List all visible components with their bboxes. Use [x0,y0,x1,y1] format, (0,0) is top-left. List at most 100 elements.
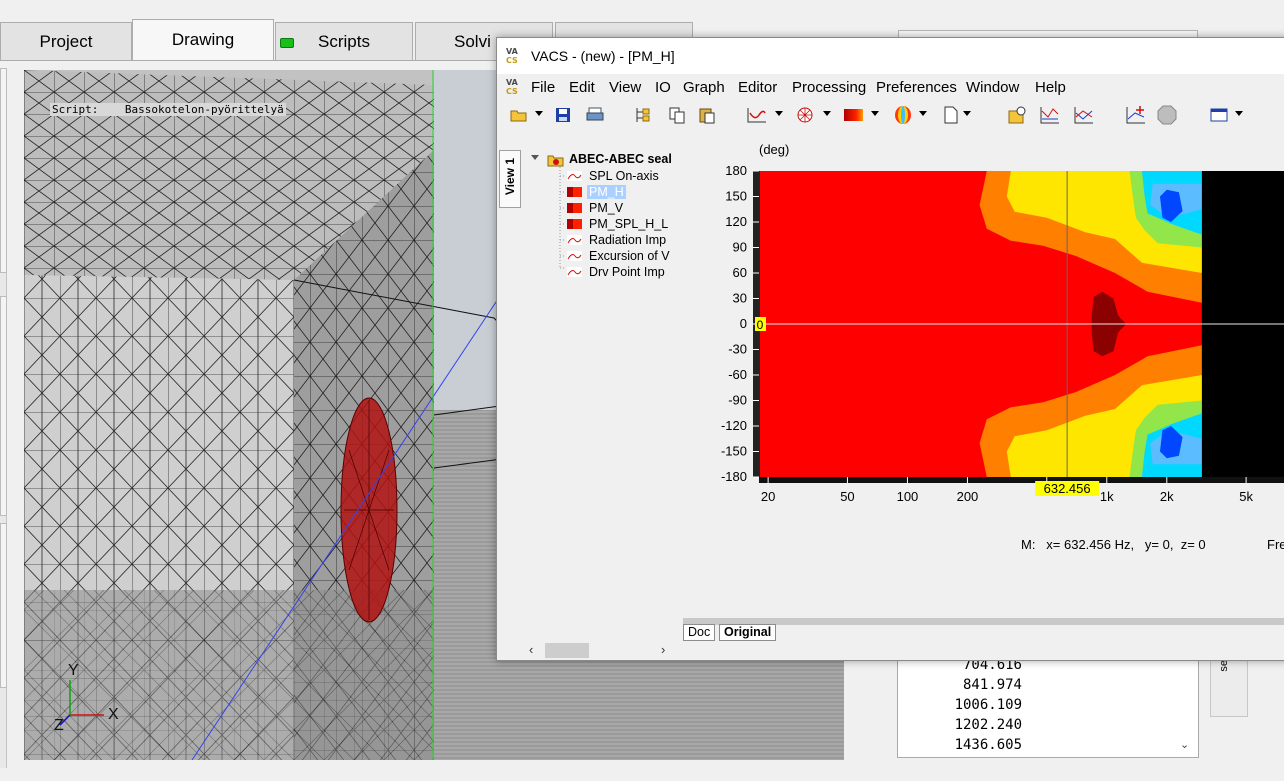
menu-file[interactable]: File [531,79,555,96]
list-item: 1202.240 [954,717,1022,733]
color-map-icon [567,187,582,197]
tree-item-pm-v[interactable]: PM_V [589,201,623,215]
logo-top-text: VA [506,47,518,56]
tab-project[interactable]: Project [0,22,132,60]
line-graph-dropdown-icon[interactable] [775,111,783,116]
new-doc-dropdown-icon[interactable] [963,111,971,116]
open-dropdown-icon[interactable] [535,111,543,116]
left-strip-segment [0,68,7,273]
paste-icon[interactable] [697,105,717,125]
tree-item-drv-point-imp[interactable]: Drv Point Imp [589,265,665,279]
tab-doc[interactable]: Doc [683,624,716,641]
balloon-dropdown-icon[interactable] [919,111,927,116]
tree-lines [559,164,565,269]
x-tick-label: 20 [761,489,775,504]
menu-preferences[interactable]: Preferences [876,79,957,96]
polar-dropdown-icon[interactable] [823,111,831,116]
line-graph-icon [567,171,582,181]
line-graph-icon [567,267,582,277]
window-title: VACS - (new) - [PM_H] [531,48,675,64]
chevron-left-icon[interactable]: ‹ [529,642,533,657]
polar-graph-icon[interactable] [795,105,815,125]
status-readout: M: x= 632.456 Hz, y= 0, z= 0 [1021,537,1206,552]
menu-io[interactable]: IO [655,79,671,96]
y-tick-label: -150 [721,444,747,459]
menu-window[interactable]: Window [966,79,1019,96]
tab-project-label: Project [39,31,93,51]
chevron-down-icon[interactable]: ⌄ [1180,738,1189,751]
list-item: 1436.605 [954,737,1022,753]
chevron-down-icon[interactable] [531,155,539,160]
tree-item-pm-h[interactable]: PM_H [587,185,626,199]
logo-bottom-text: CS [506,56,518,65]
y-tick-label: 30 [733,291,747,306]
window-dropdown-icon[interactable] [1235,111,1243,116]
tab-scripts-label: Scripts [318,31,370,51]
line-graph-icon [567,235,582,245]
line-graph-icon[interactable] [747,105,767,125]
tab-drawing-label: Drawing [171,30,235,49]
save-icon[interactable] [553,105,573,125]
y-tick-label: 180 [725,163,747,178]
vacs-small-logo-icon[interactable]: VA CS [506,78,524,96]
window-icon[interactable] [1209,105,1229,125]
tree-horizontal-scrollbar[interactable]: ‹ › [525,641,679,659]
script-label: Script: Bassokotelon-pyörittelyä [50,103,286,116]
color-map-icon[interactable] [843,105,863,125]
vacs-logo-icon: VA CS [506,47,524,65]
tab-scripts[interactable]: Scripts [275,22,413,60]
list-item: 841.974 [962,677,1022,693]
x-tick-label: 5k [1239,489,1253,504]
y-tick-label: -90 [728,393,747,408]
menu-edit[interactable]: Edit [569,79,595,96]
y-tick-label: 150 [725,189,747,204]
scrollbar-thumb[interactable] [545,643,589,658]
color-map-dropdown-icon[interactable] [871,111,879,116]
tab-drawing[interactable]: Drawing [132,19,274,60]
menu-view[interactable]: View [609,79,641,96]
menu-bar: VA CS File Edit View IO Graph Editor Pro… [497,76,1284,100]
script-icon[interactable] [1007,105,1027,125]
x-tick-label: 50 [840,489,854,504]
open-folder-icon[interactable] [509,105,529,125]
add-graph-icon[interactable] [1125,105,1145,125]
x-tick-label: 1k [1100,489,1114,504]
chevron-right-icon[interactable]: › [661,642,665,657]
menu-graph[interactable]: Graph [683,79,725,96]
menu-processing[interactable]: Processing [792,79,866,96]
menu-editor[interactable]: Editor [738,79,777,96]
tree-item-excursion[interactable]: Excursion of V [589,249,670,263]
vacs-window: VA CS VACS - (new) - [PM_H] VA CS File E… [496,37,1284,661]
axis-label-y: Y [68,662,79,679]
balloon-icon[interactable] [893,105,913,125]
tab-original[interactable]: Original [719,624,777,641]
status-readout-right: Fre [1267,537,1284,552]
y-tick-label: 0 [740,316,747,331]
y-tick-label: 120 [725,214,747,229]
axis-label-z: Z [54,717,64,734]
bode-icon[interactable] [1039,105,1059,125]
tree-root[interactable]: ABEC-ABEC seal [569,152,672,166]
stop-icon[interactable] [1157,105,1177,125]
y-tick-label: -60 [728,367,747,382]
tree-item-pm-spl-h-l[interactable]: PM_SPL_H_L [589,217,668,231]
side-tab-label: se [1218,660,1230,672]
copy-icon[interactable] [667,105,687,125]
color-map-icon [567,219,582,229]
cursor-x-label: 632.456 [1044,481,1091,496]
x-axis-bar [759,477,1284,483]
print-icon[interactable] [585,105,605,125]
vacs-titlebar[interactable]: VA CS VACS - (new) - [PM_H] [497,38,1284,74]
menu-help[interactable]: Help [1035,79,1066,96]
left-panel-strip [0,68,7,768]
cursor-y-label: 0 [757,318,764,332]
document-tabs: Doc Original [683,618,1284,648]
tree-item-spl-on-axis[interactable]: SPL On-axis [589,169,659,183]
tab-solving-label: Solvi [454,31,491,51]
line-graph-icon [567,251,582,261]
tree-item-radiation-imp[interactable]: Radiation Imp [589,233,666,247]
tree-icon[interactable] [633,105,653,125]
new-doc-icon[interactable] [941,105,961,125]
toolbar [497,102,1284,130]
multi-graph-icon[interactable] [1073,105,1093,125]
